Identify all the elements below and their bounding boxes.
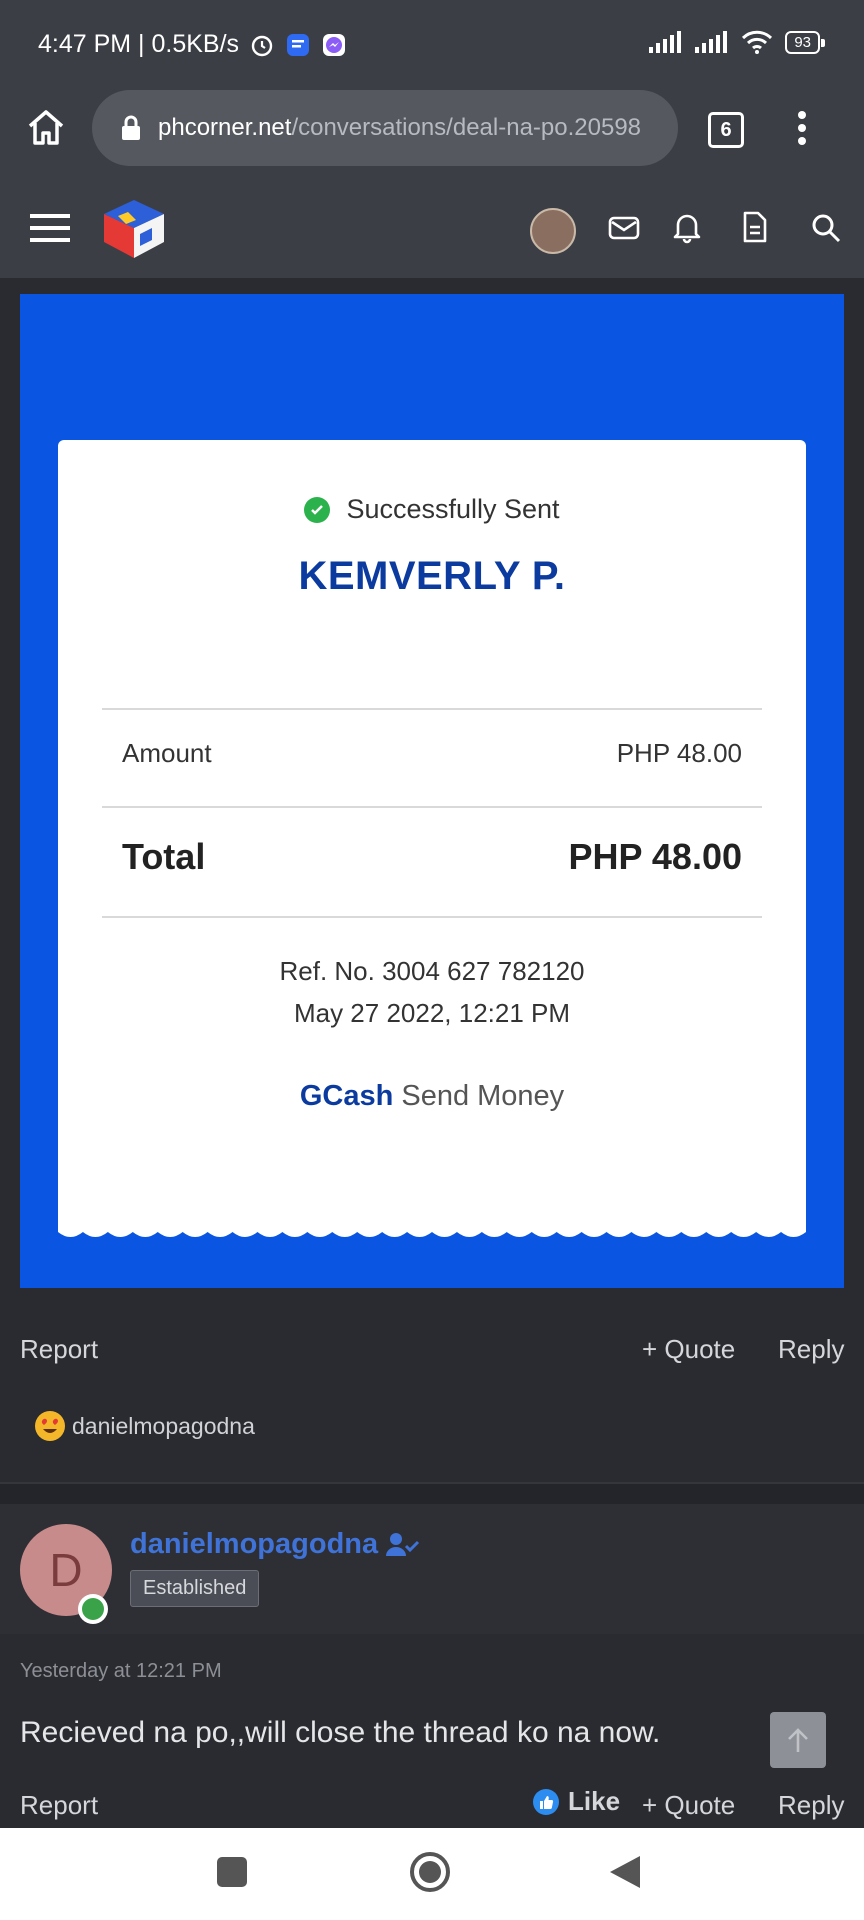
success-check-icon bbox=[304, 496, 331, 523]
success-text: Successfully Sent bbox=[346, 494, 560, 524]
heart-eyes-emoji-icon bbox=[35, 1411, 65, 1441]
transaction-datetime: May 27 2022, 12:21 PM bbox=[293, 998, 571, 1028]
verified-user-icon bbox=[386, 1532, 420, 1556]
divider bbox=[102, 708, 762, 710]
poster-username-row[interactable]: danielmopagodna bbox=[130, 1528, 420, 1561]
url-domain: phcorner.net bbox=[158, 114, 292, 141]
home-icon[interactable] bbox=[24, 106, 68, 150]
message-timestamp[interactable]: Yesterday at 12:21 PM bbox=[20, 1660, 222, 1683]
user-avatar[interactable] bbox=[530, 208, 576, 254]
quote-link[interactable]: + Quote bbox=[642, 1334, 735, 1365]
arrow-up-icon bbox=[788, 1728, 808, 1752]
gcash-service-line: GCash Send Money bbox=[0, 1080, 864, 1113]
total-label: Total bbox=[122, 836, 206, 877]
document-icon[interactable] bbox=[742, 210, 768, 244]
reaction-username: danielmopagodna bbox=[72, 1412, 255, 1439]
amount-row: Amount PHP 48.00 bbox=[122, 738, 742, 769]
tab-switcher-button[interactable]: 6 bbox=[708, 112, 744, 148]
total-value: PHP 48.00 bbox=[568, 836, 742, 877]
scroll-to-top-button[interactable] bbox=[770, 1712, 826, 1768]
amount-value: PHP 48.00 bbox=[616, 738, 742, 768]
poster-username[interactable]: danielmopagodna bbox=[130, 1528, 378, 1561]
url-path: /conversations/deal-na-po.20598 bbox=[291, 114, 642, 141]
divider bbox=[102, 916, 762, 918]
divider bbox=[102, 806, 762, 808]
post-divider bbox=[0, 1482, 864, 1506]
signal-icon-2 bbox=[695, 31, 728, 53]
report-link[interactable]: Report bbox=[20, 1334, 98, 1365]
lock-icon bbox=[122, 115, 140, 140]
signal-icon bbox=[649, 31, 682, 53]
thumbs-up-icon bbox=[533, 1788, 559, 1815]
battery-indicator: 93 bbox=[785, 30, 825, 54]
user-rank-badge: Established bbox=[130, 1570, 260, 1607]
status-left: 4:47 PM | 0.5KB/s bbox=[38, 30, 347, 59]
message-body: Recieved na po,,will close the thread ko… bbox=[20, 1716, 661, 1749]
url-text: phcorner.net/conversations/deal-na-po.20… bbox=[158, 114, 641, 142]
messages-app-icon bbox=[287, 33, 310, 56]
amount-label: Amount bbox=[122, 738, 212, 768]
like-button[interactable]: Like bbox=[532, 1786, 620, 1817]
hamburger-menu-icon[interactable] bbox=[30, 210, 70, 246]
online-status-icon bbox=[78, 1594, 108, 1624]
success-row: Successfully Sent bbox=[0, 494, 864, 525]
status-time: 4:47 PM | 0.5KB/s bbox=[38, 30, 240, 58]
search-icon[interactable] bbox=[810, 212, 842, 244]
like-label: Like bbox=[568, 1786, 621, 1816]
service-name: Send Money bbox=[401, 1080, 565, 1112]
home-nav-icon[interactable] bbox=[408, 1850, 452, 1894]
reference-number: Ref. No. 3004 627 782120 bbox=[279, 956, 585, 986]
gcash-brand: GCash bbox=[299, 1080, 394, 1112]
bell-icon[interactable] bbox=[672, 210, 702, 244]
alarm-icon bbox=[251, 35, 273, 56]
report-link[interactable]: Report bbox=[20, 1790, 98, 1821]
address-bar[interactable]: phcorner.net/conversations/deal-na-po.20… bbox=[92, 90, 678, 166]
quote-link[interactable]: + Quote bbox=[642, 1790, 735, 1821]
status-bar: 4:47 PM | 0.5KB/s 93 bbox=[0, 0, 864, 92]
user-info-panel bbox=[0, 1504, 864, 1634]
reply-link[interactable]: Reply bbox=[778, 1790, 844, 1821]
recipient-name: KEMVERLY P. bbox=[298, 554, 566, 598]
more-menu-icon[interactable] bbox=[796, 110, 808, 146]
recent-apps-icon[interactable] bbox=[216, 1856, 248, 1888]
phcorner-logo-icon[interactable] bbox=[100, 196, 168, 262]
total-row: Total PHP 48.00 bbox=[122, 836, 742, 878]
receipt-torn-edge bbox=[58, 1232, 806, 1252]
reply-link[interactable]: Reply bbox=[778, 1334, 844, 1365]
status-right: 93 bbox=[649, 30, 825, 54]
back-nav-icon[interactable] bbox=[608, 1854, 642, 1890]
reaction-row[interactable]: danielmopagodna bbox=[34, 1410, 255, 1442]
wifi-icon bbox=[742, 30, 773, 54]
messenger-icon bbox=[323, 33, 346, 56]
mail-icon[interactable] bbox=[608, 214, 640, 242]
